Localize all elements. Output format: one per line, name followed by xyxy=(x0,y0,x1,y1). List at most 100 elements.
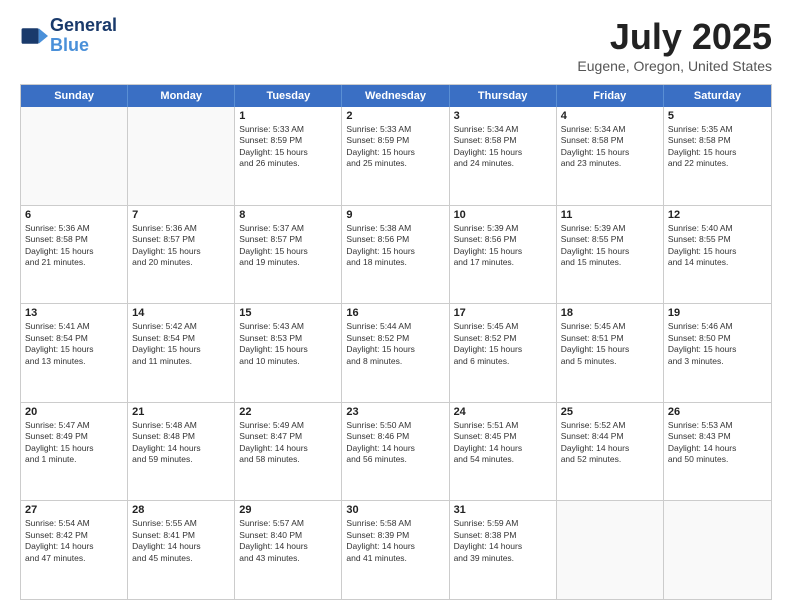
day-number: 23 xyxy=(346,406,444,418)
cell-sun-info: Sunrise: 5:39 AM Sunset: 8:56 PM Dayligh… xyxy=(454,223,552,269)
day-number: 19 xyxy=(668,307,767,319)
cell-sun-info: Sunrise: 5:36 AM Sunset: 8:57 PM Dayligh… xyxy=(132,223,230,269)
day-of-week-header: Sunday xyxy=(21,85,128,107)
calendar-cell: 20 Sunrise: 5:47 AM Sunset: 8:49 PM Dayli… xyxy=(21,403,128,501)
calendar-cell: 31 Sunrise: 5:59 AM Sunset: 8:38 PM Dayli… xyxy=(450,501,557,599)
day-number: 16 xyxy=(346,307,444,319)
page: General Blue July 2025 Eugene, Oregon, U… xyxy=(0,0,792,612)
day-number: 30 xyxy=(346,504,444,516)
day-number: 25 xyxy=(561,406,659,418)
calendar-cell: 12Sunrise: 5:40 AM Sunset: 8:55 PM Dayli… xyxy=(664,206,771,304)
cell-sun-info: Sunrise: 5:34 AM Sunset: 8:58 PM Dayligh… xyxy=(454,124,552,170)
title-block: July 2025 Eugene, Oregon, United States xyxy=(577,16,772,74)
cell-sun-info: Sunrise: 5:53 AM Sunset: 8:43 PM Dayligh… xyxy=(668,420,767,466)
cell-sun-info: Sunrise: 5:45 AM Sunset: 8:52 PM Dayligh… xyxy=(454,321,552,367)
day-number: 21 xyxy=(132,406,230,418)
cell-sun-info: Sunrise: 5:36 AM Sunset: 8:58 PM Dayligh… xyxy=(25,223,123,269)
cell-sun-info: Sunrise: 5:39 AM Sunset: 8:55 PM Dayligh… xyxy=(561,223,659,269)
day-number: 3 xyxy=(454,110,552,122)
day-number: 5 xyxy=(668,110,767,122)
day-number: 17 xyxy=(454,307,552,319)
calendar-cell xyxy=(21,107,128,205)
calendar-cell: 1 Sunrise: 5:33 AM Sunset: 8:59 PM Daylig… xyxy=(235,107,342,205)
day-number: 2 xyxy=(346,110,444,122)
cell-sun-info: Sunrise: 5:43 AM Sunset: 8:53 PM Dayligh… xyxy=(239,321,337,367)
cell-sun-info: Sunrise: 5:48 AM Sunset: 8:48 PM Dayligh… xyxy=(132,420,230,466)
calendar: SundayMondayTuesdayWednesdayThursdayFrid… xyxy=(20,84,772,600)
calendar-body: 1 Sunrise: 5:33 AM Sunset: 8:59 PM Daylig… xyxy=(21,107,771,599)
logo-icon xyxy=(20,22,48,50)
cell-sun-info: Sunrise: 5:41 AM Sunset: 8:54 PM Dayligh… xyxy=(25,321,123,367)
cell-sun-info: Sunrise: 5:54 AM Sunset: 8:42 PM Dayligh… xyxy=(25,518,123,564)
day-number: 14 xyxy=(132,307,230,319)
day-number: 12 xyxy=(668,209,767,221)
cell-sun-info: Sunrise: 5:38 AM Sunset: 8:56 PM Dayligh… xyxy=(346,223,444,269)
calendar-cell: 23 Sunrise: 5:50 AM Sunset: 8:46 PM Dayli… xyxy=(342,403,449,501)
day-number: 29 xyxy=(239,504,337,516)
cell-sun-info: Sunrise: 5:55 AM Sunset: 8:41 PM Dayligh… xyxy=(132,518,230,564)
calendar-cell: 16 Sunrise: 5:44 AM Sunset: 8:52 PM Dayli… xyxy=(342,304,449,402)
day-number: 18 xyxy=(561,307,659,319)
cell-sun-info: Sunrise: 5:57 AM Sunset: 8:40 PM Dayligh… xyxy=(239,518,337,564)
cell-sun-info: Sunrise: 5:50 AM Sunset: 8:46 PM Dayligh… xyxy=(346,420,444,466)
calendar-cell: 15 Sunrise: 5:43 AM Sunset: 8:53 PM Dayli… xyxy=(235,304,342,402)
calendar-cell: 25Sunrise: 5:52 AM Sunset: 8:44 PM Dayli… xyxy=(557,403,664,501)
day-number: 26 xyxy=(668,406,767,418)
calendar-cell: 3 Sunrise: 5:34 AM Sunset: 8:58 PM Daylig… xyxy=(450,107,557,205)
cell-sun-info: Sunrise: 5:42 AM Sunset: 8:54 PM Dayligh… xyxy=(132,321,230,367)
day-number: 1 xyxy=(239,110,337,122)
day-number: 31 xyxy=(454,504,552,516)
calendar-cell: 28Sunrise: 5:55 AM Sunset: 8:41 PM Dayli… xyxy=(128,501,235,599)
day-number: 24 xyxy=(454,406,552,418)
cell-sun-info: Sunrise: 5:34 AM Sunset: 8:58 PM Dayligh… xyxy=(561,124,659,170)
cell-sun-info: Sunrise: 5:47 AM Sunset: 8:49 PM Dayligh… xyxy=(25,420,123,466)
calendar-cell: 29 Sunrise: 5:57 AM Sunset: 8:40 PM Dayli… xyxy=(235,501,342,599)
day-number: 13 xyxy=(25,307,123,319)
day-number: 10 xyxy=(454,209,552,221)
cell-sun-info: Sunrise: 5:46 AM Sunset: 8:50 PM Dayligh… xyxy=(668,321,767,367)
header: General Blue July 2025 Eugene, Oregon, U… xyxy=(20,16,772,74)
cell-sun-info: Sunrise: 5:49 AM Sunset: 8:47 PM Dayligh… xyxy=(239,420,337,466)
day-number: 22 xyxy=(239,406,337,418)
calendar-cell: 11 Sunrise: 5:39 AM Sunset: 8:55 PM Dayli… xyxy=(557,206,664,304)
day-of-week-header: Thursday xyxy=(450,85,557,107)
cell-sun-info: Sunrise: 5:35 AM Sunset: 8:58 PM Dayligh… xyxy=(668,124,767,170)
calendar-cell: 8 Sunrise: 5:37 AM Sunset: 8:57 PM Daylig… xyxy=(235,206,342,304)
day-number: 6 xyxy=(25,209,123,221)
day-number: 4 xyxy=(561,110,659,122)
calendar-cell: 9 Sunrise: 5:38 AM Sunset: 8:56 PM Daylig… xyxy=(342,206,449,304)
calendar-cell: 14 Sunrise: 5:42 AM Sunset: 8:54 PM Dayli… xyxy=(128,304,235,402)
calendar-cell: 17 Sunrise: 5:45 AM Sunset: 8:52 PM Dayli… xyxy=(450,304,557,402)
day-number: 9 xyxy=(346,209,444,221)
day-of-week-header: Friday xyxy=(557,85,664,107)
cell-sun-info: Sunrise: 5:33 AM Sunset: 8:59 PM Dayligh… xyxy=(346,124,444,170)
calendar-cell: 27 Sunrise: 5:54 AM Sunset: 8:42 PM Dayli… xyxy=(21,501,128,599)
day-number: 7 xyxy=(132,209,230,221)
day-number: 15 xyxy=(239,307,337,319)
calendar-cell: 19 Sunrise: 5:46 AM Sunset: 8:50 PM Dayli… xyxy=(664,304,771,402)
day-of-week-header: Monday xyxy=(128,85,235,107)
cell-sun-info: Sunrise: 5:58 AM Sunset: 8:39 PM Dayligh… xyxy=(346,518,444,564)
day-number: 27 xyxy=(25,504,123,516)
cell-sun-info: Sunrise: 5:45 AM Sunset: 8:51 PM Dayligh… xyxy=(561,321,659,367)
calendar-cell: 10 Sunrise: 5:39 AM Sunset: 8:56 PM Dayli… xyxy=(450,206,557,304)
calendar-week-row: 1 Sunrise: 5:33 AM Sunset: 8:59 PM Daylig… xyxy=(21,107,771,205)
calendar-cell: 5 Sunrise: 5:35 AM Sunset: 8:58 PM Daylig… xyxy=(664,107,771,205)
calendar-cell: 7 Sunrise: 5:36 AM Sunset: 8:57 PM Daylig… xyxy=(128,206,235,304)
day-number: 8 xyxy=(239,209,337,221)
logo: General Blue xyxy=(20,16,117,56)
calendar-week-row: 20 Sunrise: 5:47 AM Sunset: 8:49 PM Dayli… xyxy=(21,402,771,501)
calendar-cell: 26 Sunrise: 5:53 AM Sunset: 8:43 PM Dayli… xyxy=(664,403,771,501)
day-number: 11 xyxy=(561,209,659,221)
calendar-cell: 30 Sunrise: 5:58 AM Sunset: 8:39 PM Dayli… xyxy=(342,501,449,599)
calendar-cell: 24Sunrise: 5:51 AM Sunset: 8:45 PM Dayli… xyxy=(450,403,557,501)
calendar-header: SundayMondayTuesdayWednesdayThursdayFrid… xyxy=(21,85,771,107)
calendar-cell: 2 Sunrise: 5:33 AM Sunset: 8:59 PM Daylig… xyxy=(342,107,449,205)
calendar-cell xyxy=(557,501,664,599)
month-title: July 2025 xyxy=(577,16,772,58)
day-number: 20 xyxy=(25,406,123,418)
cell-sun-info: Sunrise: 5:44 AM Sunset: 8:52 PM Dayligh… xyxy=(346,321,444,367)
cell-sun-info: Sunrise: 5:33 AM Sunset: 8:59 PM Dayligh… xyxy=(239,124,337,170)
cell-sun-info: Sunrise: 5:59 AM Sunset: 8:38 PM Dayligh… xyxy=(454,518,552,564)
cell-sun-info: Sunrise: 5:37 AM Sunset: 8:57 PM Dayligh… xyxy=(239,223,337,269)
